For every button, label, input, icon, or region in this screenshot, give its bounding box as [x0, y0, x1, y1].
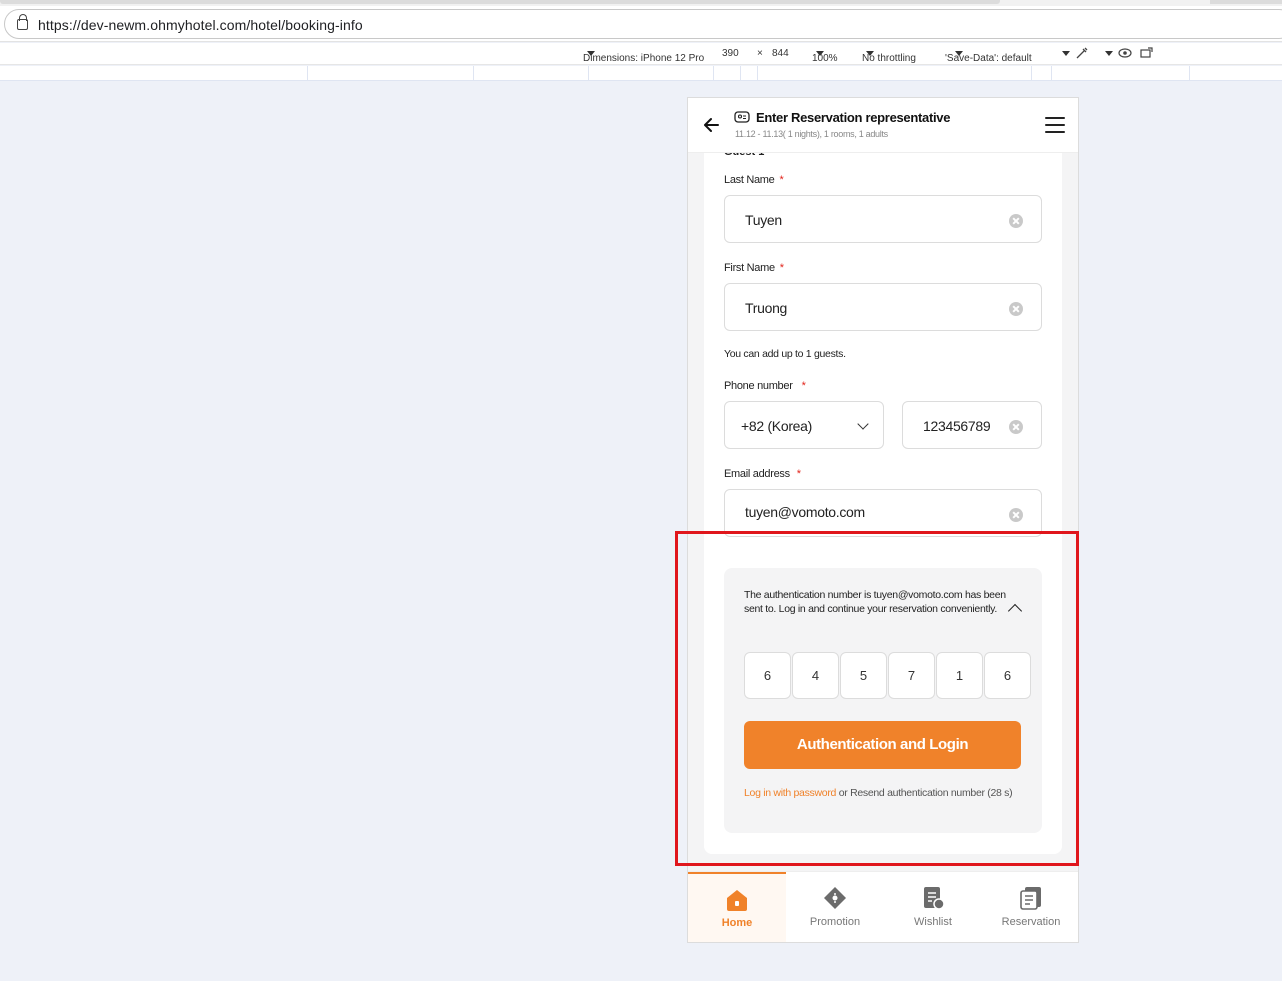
bottom-tab-bar: Home Promotion Wishlist Reservation [688, 871, 1078, 942]
email-value: tuyen@vomoto.com [745, 504, 865, 520]
device-width-input[interactable]: 390 [722, 48, 739, 59]
last-name-value: Tuyen [745, 212, 782, 228]
tab-wishlist[interactable]: Wishlist [884, 872, 982, 942]
clear-icon[interactable] [1009, 508, 1023, 522]
media-query-ruler [0, 66, 1282, 81]
app-header: Enter Reservation representative 11.12 -… [688, 98, 1078, 153]
save-data-value: 'Save-Data': default [945, 53, 1032, 64]
clear-icon[interactable] [1009, 214, 1023, 228]
first-name-input[interactable]: Truong [724, 283, 1042, 331]
annotation-highlight-box [675, 531, 1079, 866]
times-sign: × [757, 48, 763, 59]
zoom-select[interactable]: 100% [812, 48, 838, 64]
zoom-value: 100% [812, 53, 838, 64]
device-dimensions-select[interactable]: Dimensions: iPhone 12 Pro [583, 48, 704, 64]
label-text: First Name [724, 262, 775, 274]
device-toolbar: Dimensions: iPhone 12 Pro 390 × 844 100%… [0, 43, 1282, 65]
wishlist-icon [924, 887, 945, 910]
required-mark: * [779, 262, 784, 274]
throttling-select[interactable]: No throttling [862, 48, 916, 64]
clear-icon[interactable] [1009, 302, 1023, 316]
required-mark: * [796, 468, 801, 480]
last-name-input[interactable]: Tuyen [724, 195, 1042, 243]
tab-label: Promotion [809, 916, 861, 928]
page-title: Enter Reservation representative [756, 110, 951, 125]
tab-promotion[interactable]: Promotion [786, 872, 884, 942]
tab-label: Wishlist [914, 916, 952, 928]
eyedropper-icon[interactable] [1075, 46, 1089, 63]
label-text: Phone number [724, 380, 793, 392]
browser-toolbar: https://dev-newm.ohmyhotel.com/hotel/boo… [0, 6, 1282, 42]
country-code-select[interactable]: +82 (Korea) [724, 401, 884, 449]
tab-label: Reservation [1001, 916, 1061, 928]
browser-tab[interactable] [0, 0, 1000, 4]
more-options-caret-icon[interactable] [1058, 48, 1070, 59]
tab-reservation[interactable]: Reservation [982, 872, 1078, 942]
guests-hint: You can add up to 1 guests. [724, 348, 846, 360]
phone-input[interactable]: 123456789 [902, 401, 1042, 449]
device-height-input[interactable]: 844 [772, 48, 789, 59]
back-arrow-icon[interactable] [702, 116, 720, 134]
reservation-icon [1020, 887, 1041, 910]
tab-home[interactable]: Home [688, 872, 786, 942]
clear-icon[interactable] [1009, 420, 1023, 434]
chevron-down-icon [857, 418, 869, 430]
url-text[interactable]: https://dev-newm.ohmyhotel.com/hotel/boo… [38, 17, 363, 33]
ticket-icon [734, 111, 750, 123]
required-mark: * [779, 174, 784, 186]
phone-label: Phone number * [724, 380, 806, 392]
lock-icon[interactable] [17, 14, 28, 30]
booking-summary: 11.12 - 11.13( 1 nights), 1 rooms, 1 adu… [735, 129, 888, 139]
caret-down-icon[interactable] [1101, 48, 1113, 59]
first-name-value: Truong [745, 300, 788, 316]
label-text: Last Name [724, 174, 775, 186]
home-icon [727, 890, 747, 911]
rotate-device-icon[interactable] [1140, 47, 1154, 62]
tab-label: Home [721, 917, 753, 929]
country-code-value: +82 (Korea) [741, 418, 813, 434]
eye-icon[interactable] [1118, 47, 1132, 62]
browser-tab[interactable] [1210, 0, 1282, 4]
first-name-label: First Name * [724, 262, 784, 274]
phone-value: 123456789 [923, 418, 991, 434]
email-label: Email address * [724, 468, 801, 480]
promotion-ticket-icon [824, 887, 846, 909]
email-input[interactable]: tuyen@vomoto.com [724, 489, 1042, 537]
device-name: Dimensions: iPhone 12 Pro [583, 53, 705, 64]
throttling-value: No throttling [862, 53, 916, 64]
required-mark: * [801, 380, 806, 392]
save-data-select[interactable]: 'Save-Data': default [945, 48, 1032, 64]
address-bar[interactable]: https://dev-newm.ohmyhotel.com/hotel/boo… [4, 9, 1282, 39]
last-name-label: Last Name * [724, 174, 784, 186]
label-text: Email address [724, 468, 790, 480]
hamburger-menu-icon[interactable] [1045, 117, 1065, 133]
